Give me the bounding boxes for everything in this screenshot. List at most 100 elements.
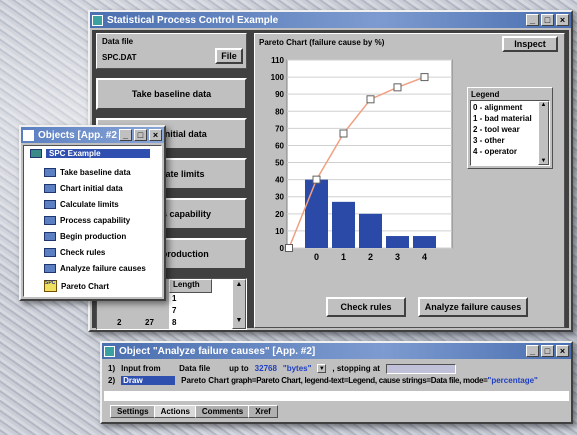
minimize-icon[interactable]: _ [119, 129, 132, 141]
action-icon [44, 184, 56, 193]
minimize-icon[interactable]: _ [526, 345, 539, 357]
chart-title: Pareto Chart (failure cause by %) [259, 38, 385, 47]
close-icon[interactable]: × [556, 345, 569, 357]
legend-item: 1 - bad material [473, 114, 532, 123]
action-list: 1) Input from Data file up to 32768 "byt… [104, 362, 569, 390]
row-target: Pareto Chart [181, 376, 230, 385]
tree-item[interactable]: Analyze failure causes [44, 264, 146, 273]
maximize-icon[interactable]: □ [541, 345, 554, 357]
check-rules-button[interactable]: Check rules [326, 297, 406, 317]
close-icon[interactable]: × [556, 14, 569, 26]
row-stopping: , stopping at [332, 364, 380, 373]
objects-title: Objects [App. #2] [38, 129, 117, 141]
minimize-icon[interactable]: _ [526, 14, 539, 26]
stopping-field[interactable] [385, 364, 456, 374]
scroll-down-icon[interactable]: ▼ [539, 158, 548, 164]
tree-item[interactable]: Take baseline data [44, 168, 131, 177]
objects-titlebar[interactable]: Objects [App. #2] _ □ × [21, 127, 164, 143]
main-window-titlebar[interactable]: Statistical Process Control Example _ □ … [90, 12, 571, 28]
tree-item-label: Take baseline data [60, 168, 131, 177]
tree-item[interactable]: SPC Pareto Chart [44, 280, 109, 292]
y-tick-label: 60 [275, 141, 284, 150]
tree-item[interactable]: Begin production [44, 232, 126, 241]
legend-item: 3 - other [473, 136, 505, 145]
tree-item-label: Chart initial data [60, 184, 123, 193]
objects-tree[interactable]: SPC Example Take baseline data Chart init… [23, 145, 162, 297]
take-baseline-button[interactable]: Take baseline data [96, 78, 247, 110]
tree-item-label: Begin production [60, 232, 127, 241]
tree-root[interactable]: SPC Example [30, 149, 150, 158]
bar [386, 236, 409, 248]
object-app-icon [104, 345, 115, 357]
app-icon [92, 14, 103, 26]
legend-item: 2 - tool wear [473, 125, 520, 134]
folder-icon [30, 149, 42, 158]
table-cell-length-2: 7 [172, 306, 177, 315]
y-tick-label: 50 [275, 159, 284, 168]
tree-item-label: Analyze failure causes [60, 264, 146, 273]
close-icon[interactable]: × [149, 129, 162, 141]
bar [359, 213, 382, 248]
action-icon [44, 232, 56, 241]
legend-box: Legend 0 - alignment 1 - bad material 2 … [467, 87, 553, 169]
x-tick-label: 2 [368, 252, 373, 262]
y-tick-label: 70 [275, 124, 284, 133]
objects-window: Objects [App. #2] _ □ × SPC Example Take… [19, 125, 166, 301]
line-marker [312, 175, 321, 184]
action-icon [44, 200, 56, 209]
length-header[interactable]: Length [169, 279, 212, 293]
chart-panel: Pareto Chart (failure cause by %) Inspec… [254, 33, 565, 328]
objects-app-icon [23, 129, 34, 141]
x-tick-label: 4 [422, 252, 427, 262]
table-cell-length-1: 1 [172, 294, 177, 303]
tree-item[interactable]: Process capability [44, 216, 130, 225]
action-icon [44, 264, 56, 273]
mode-field[interactable]: "percentage" [488, 376, 538, 385]
scroll-up-icon[interactable]: ▲ [234, 281, 244, 291]
tree-item[interactable]: Calculate limits [44, 200, 119, 209]
row-up-to: up to [229, 364, 249, 373]
byte-count-field[interactable]: 32768 [255, 364, 277, 374]
row-number: 2) [108, 376, 116, 385]
maximize-icon[interactable]: □ [541, 14, 554, 26]
scroll-down-icon[interactable]: ▼ [234, 317, 244, 327]
chevron-down-icon[interactable]: ▼ [317, 364, 327, 373]
spc-chart-icon: SPC [44, 280, 57, 292]
object-detail-titlebar[interactable]: Object "Analyze failure causes" [App. #2… [102, 343, 571, 359]
tree-item[interactable]: Chart initial data [44, 184, 123, 193]
scroll-up-icon[interactable]: ▲ [539, 102, 548, 108]
line-marker [366, 95, 375, 104]
y-tick-label: 90 [275, 90, 284, 99]
analyze-failure-causes-button[interactable]: Analyze failure causes [418, 297, 528, 317]
action-icon [44, 168, 56, 177]
y-tick-label: 80 [275, 107, 284, 116]
y-tick-label: 100 [271, 73, 285, 82]
unit-select[interactable]: "bytes" [283, 364, 311, 374]
action-row-1[interactable]: 1) Input from Data file up to 32768 "byt… [108, 364, 456, 374]
table-scrollbar[interactable]: ▲ ▼ [232, 279, 246, 329]
y-tick-label: 10 [275, 227, 284, 236]
tab-actions[interactable]: Actions [153, 405, 197, 418]
tree-item-label: Calculate limits [60, 200, 119, 209]
file-button[interactable]: File [215, 48, 243, 64]
line-marker [420, 73, 429, 82]
table-cell-length-3: 8 [172, 318, 177, 327]
row-params: graph=Pareto Chart, legend-text=Legend, … [231, 376, 488, 385]
window-title: Statistical Process Control Example [107, 14, 279, 26]
tab-xref[interactable]: Xref [248, 405, 278, 418]
inspect-button[interactable]: Inspect [502, 36, 558, 52]
legend-list[interactable]: 0 - alignment 1 - bad material 2 - tool … [470, 100, 550, 166]
tab-comments[interactable]: Comments [194, 405, 251, 418]
row-source: Data file [179, 364, 211, 373]
legend-scrollbar[interactable]: ▲ ▼ [538, 101, 549, 165]
row-verb-draw[interactable]: Draw [121, 376, 176, 385]
line-marker [285, 244, 293, 252]
tab-settings[interactable]: Settings [110, 405, 156, 418]
maximize-icon[interactable]: □ [134, 129, 147, 141]
tree-item-label: Process capability [60, 216, 131, 225]
action-row-2[interactable]: 2) Draw Pareto Chart graph=Pareto Chart,… [108, 376, 538, 385]
legend-title: Legend [471, 90, 500, 99]
tree-item-label: Pareto Chart [61, 281, 110, 291]
row-verb: Input from [121, 364, 161, 373]
tree-item[interactable]: Check rules [44, 248, 105, 257]
